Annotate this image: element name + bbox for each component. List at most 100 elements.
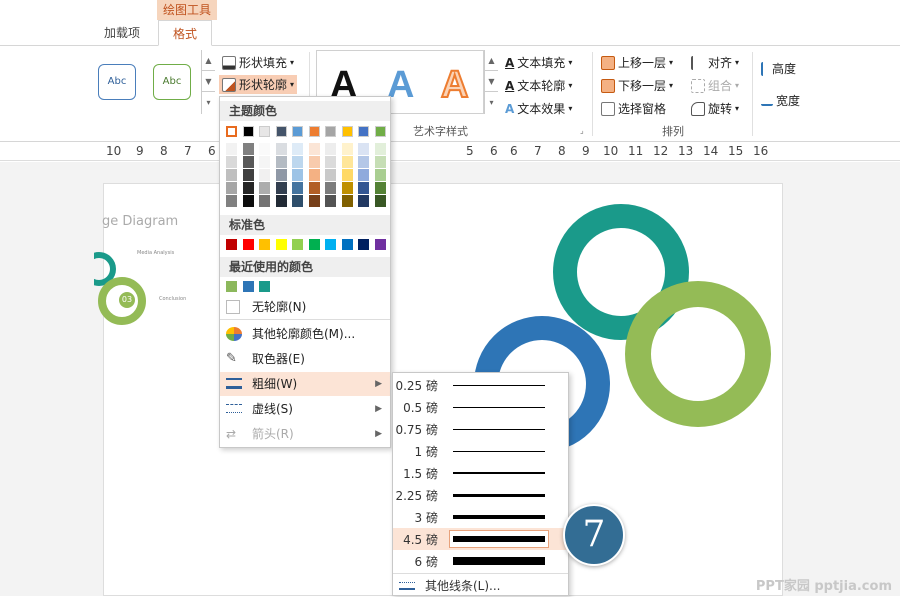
theme-color-shade[interactable] bbox=[275, 195, 287, 207]
theme-color-shade[interactable] bbox=[292, 195, 303, 207]
theme-color-shade[interactable] bbox=[275, 143, 287, 155]
theme-color-shade[interactable] bbox=[292, 156, 303, 168]
theme-color-shade[interactable] bbox=[226, 156, 237, 168]
theme-color-shade[interactable] bbox=[325, 156, 336, 168]
theme-color-shade[interactable] bbox=[374, 169, 386, 181]
theme-color-swatch[interactable] bbox=[374, 126, 386, 137]
standard-color-swatch[interactable] bbox=[308, 239, 320, 250]
standard-color-swatch[interactable] bbox=[374, 239, 386, 250]
theme-color-shade[interactable] bbox=[358, 182, 369, 194]
theme-color-shade[interactable] bbox=[242, 156, 254, 168]
shape-fill-button[interactable]: 形状填充 ▾ bbox=[222, 54, 294, 71]
theme-color-shade[interactable] bbox=[308, 156, 320, 168]
text-outline-button[interactable]: A 文本轮廓 ▾ bbox=[505, 77, 572, 94]
ring-green[interactable] bbox=[625, 281, 771, 427]
theme-color-shade[interactable] bbox=[259, 169, 270, 181]
rotate-button[interactable]: 旋转 ▾ bbox=[691, 100, 739, 117]
eyedropper-item[interactable]: ✎ 取色器(E) bbox=[220, 347, 390, 371]
standard-color-swatch[interactable] bbox=[242, 239, 254, 250]
theme-color-shade[interactable] bbox=[226, 182, 237, 194]
theme-color-swatch[interactable] bbox=[358, 126, 369, 137]
theme-color-shade[interactable] bbox=[325, 195, 336, 207]
theme-color-shade[interactable] bbox=[275, 156, 287, 168]
dashes-item[interactable]: 虚线(S) ▶ bbox=[220, 397, 390, 421]
theme-color-shade[interactable] bbox=[374, 182, 386, 194]
wordart-style-orange-outline[interactable]: A bbox=[440, 63, 469, 107]
theme-color-shade[interactable] bbox=[358, 169, 369, 181]
weight-option[interactable]: 4.5 磅 bbox=[393, 528, 568, 550]
theme-color-swatch[interactable] bbox=[275, 126, 287, 137]
theme-color-shade[interactable] bbox=[341, 143, 353, 155]
theme-color-shade[interactable] bbox=[341, 169, 353, 181]
standard-color-swatch[interactable] bbox=[292, 239, 303, 250]
theme-color-shade[interactable] bbox=[242, 195, 254, 207]
theme-color-shade[interactable] bbox=[259, 156, 270, 168]
more-outline-colors-item[interactable]: 其他轮廓颜色(M)... bbox=[220, 322, 390, 346]
theme-color-shade[interactable] bbox=[292, 182, 303, 194]
weight-item[interactable]: 粗细(W) ▶ bbox=[220, 372, 390, 396]
shape-outline-button[interactable]: 形状轮廓 ▾ bbox=[219, 75, 298, 94]
theme-color-shade[interactable] bbox=[374, 156, 386, 168]
standard-color-swatch[interactable] bbox=[358, 239, 369, 250]
standard-color-swatch[interactable] bbox=[259, 239, 270, 250]
weight-option[interactable]: 0.5 磅 bbox=[393, 396, 568, 418]
recent-color-swatch[interactable] bbox=[242, 281, 254, 292]
tab-format[interactable]: 格式 bbox=[158, 20, 213, 46]
theme-color-shade[interactable] bbox=[226, 143, 237, 155]
theme-color-shade[interactable] bbox=[374, 143, 386, 155]
weight-option[interactable]: 6 磅 bbox=[393, 550, 568, 572]
theme-color-swatch[interactable] bbox=[242, 126, 254, 137]
wordart-gallery-scroll[interactable]: ▲ ▼ ▾ bbox=[484, 50, 498, 114]
weight-option[interactable]: 1 磅 bbox=[393, 440, 568, 462]
theme-color-shade[interactable] bbox=[275, 169, 287, 181]
theme-color-shade[interactable] bbox=[308, 169, 320, 181]
theme-color-shade[interactable] bbox=[341, 182, 353, 194]
width-field[interactable]: 宽度 bbox=[761, 92, 800, 109]
weight-option[interactable]: 2.25 磅 bbox=[393, 484, 568, 506]
theme-color-shade[interactable] bbox=[358, 143, 369, 155]
theme-color-shade[interactable] bbox=[308, 143, 320, 155]
theme-color-swatch[interactable] bbox=[292, 126, 303, 137]
shape-style-sample-blue[interactable]: Abc bbox=[98, 64, 136, 100]
theme-color-shade[interactable] bbox=[308, 182, 320, 194]
group-button[interactable]: 组合 ▾ bbox=[691, 77, 739, 94]
theme-color-shade[interactable] bbox=[308, 195, 320, 207]
more-lines-item[interactable]: 其他线条(L)... bbox=[393, 576, 568, 596]
theme-color-swatch[interactable] bbox=[308, 126, 320, 137]
theme-color-shade[interactable] bbox=[259, 182, 270, 194]
theme-color-shade[interactable] bbox=[226, 169, 237, 181]
theme-color-shade[interactable] bbox=[325, 169, 336, 181]
theme-color-shade[interactable] bbox=[358, 156, 369, 168]
selection-pane-button[interactable]: 选择窗格 bbox=[601, 100, 666, 117]
align-button[interactable]: 对齐 ▾ bbox=[691, 54, 739, 71]
theme-color-swatch[interactable] bbox=[259, 126, 270, 137]
weight-option[interactable]: 3 磅 bbox=[393, 506, 568, 528]
standard-color-swatch[interactable] bbox=[226, 239, 237, 250]
weight-option[interactable]: 0.25 磅 bbox=[393, 374, 568, 396]
bring-forward-button[interactable]: 上移一层 ▾ bbox=[601, 54, 673, 71]
theme-color-shade[interactable] bbox=[292, 143, 303, 155]
theme-color-shade[interactable] bbox=[275, 182, 287, 194]
tab-addins[interactable]: 加载项 bbox=[104, 20, 140, 46]
theme-color-shade[interactable] bbox=[292, 169, 303, 181]
standard-color-swatch[interactable] bbox=[341, 239, 353, 250]
send-backward-button[interactable]: 下移一层 ▾ bbox=[601, 77, 673, 94]
theme-color-swatch[interactable] bbox=[325, 126, 336, 137]
theme-color-shade[interactable] bbox=[325, 182, 336, 194]
no-outline-item[interactable]: 无轮廓(N) bbox=[220, 295, 390, 319]
text-fill-button[interactable]: A 文本填充 ▾ bbox=[505, 54, 572, 71]
weight-option[interactable]: 1.5 磅 bbox=[393, 462, 568, 484]
theme-color-shade[interactable] bbox=[374, 195, 386, 207]
style-gallery-scroll[interactable]: ▲ ▼ ▾ bbox=[201, 50, 215, 114]
wordart-style-blue[interactable]: A bbox=[387, 64, 414, 107]
theme-color-shade[interactable] bbox=[325, 143, 336, 155]
theme-color-shade[interactable] bbox=[242, 182, 254, 194]
standard-color-swatch[interactable] bbox=[275, 239, 287, 250]
height-field[interactable]: 高度 bbox=[761, 60, 796, 77]
recent-color-swatch[interactable] bbox=[259, 281, 270, 292]
theme-color-shade[interactable] bbox=[358, 195, 369, 207]
theme-color-shade[interactable] bbox=[341, 195, 353, 207]
standard-color-swatch[interactable] bbox=[325, 239, 336, 250]
dialog-launcher-icon[interactable]: ⌟ bbox=[580, 126, 584, 135]
theme-color-swatch[interactable] bbox=[341, 126, 353, 137]
